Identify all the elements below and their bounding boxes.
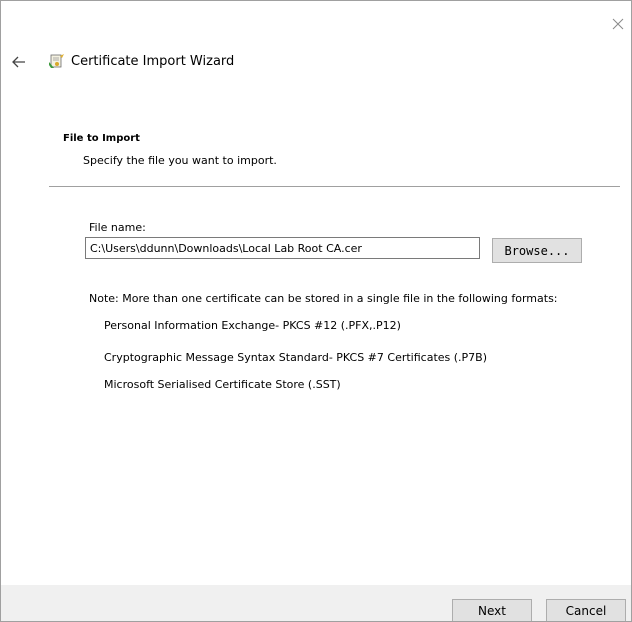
cancel-button[interactable]: Cancel [546,599,626,621]
certificate-import-wizard-window: Certificate Import Wizard File to Import… [0,0,632,622]
close-icon [612,18,624,30]
page-subheading: Specify the file you want to import. [83,154,277,167]
browse-button[interactable]: Browse... [492,238,582,263]
next-button[interactable]: Next [452,599,532,621]
back-arrow-icon [12,56,25,68]
file-name-label: File name: [89,221,146,234]
footer-bar [1,585,631,621]
certificate-wizard-icon [48,53,66,71]
header-divider [49,186,620,187]
file-name-input[interactable] [85,237,480,259]
format-item-p7b: Cryptographic Message Syntax Standard- P… [104,351,488,364]
window-title: Certificate Import Wizard [71,54,235,69]
format-item-pfx: Personal Information Exchange- PKCS #12 … [104,319,401,332]
formats-note: Note: More than one certificate can be s… [89,292,558,305]
back-button[interactable] [11,54,27,70]
page-heading: File to Import [63,133,140,144]
close-button[interactable] [609,15,627,33]
format-item-sst: Microsoft Serialised Certificate Store (… [104,378,341,391]
